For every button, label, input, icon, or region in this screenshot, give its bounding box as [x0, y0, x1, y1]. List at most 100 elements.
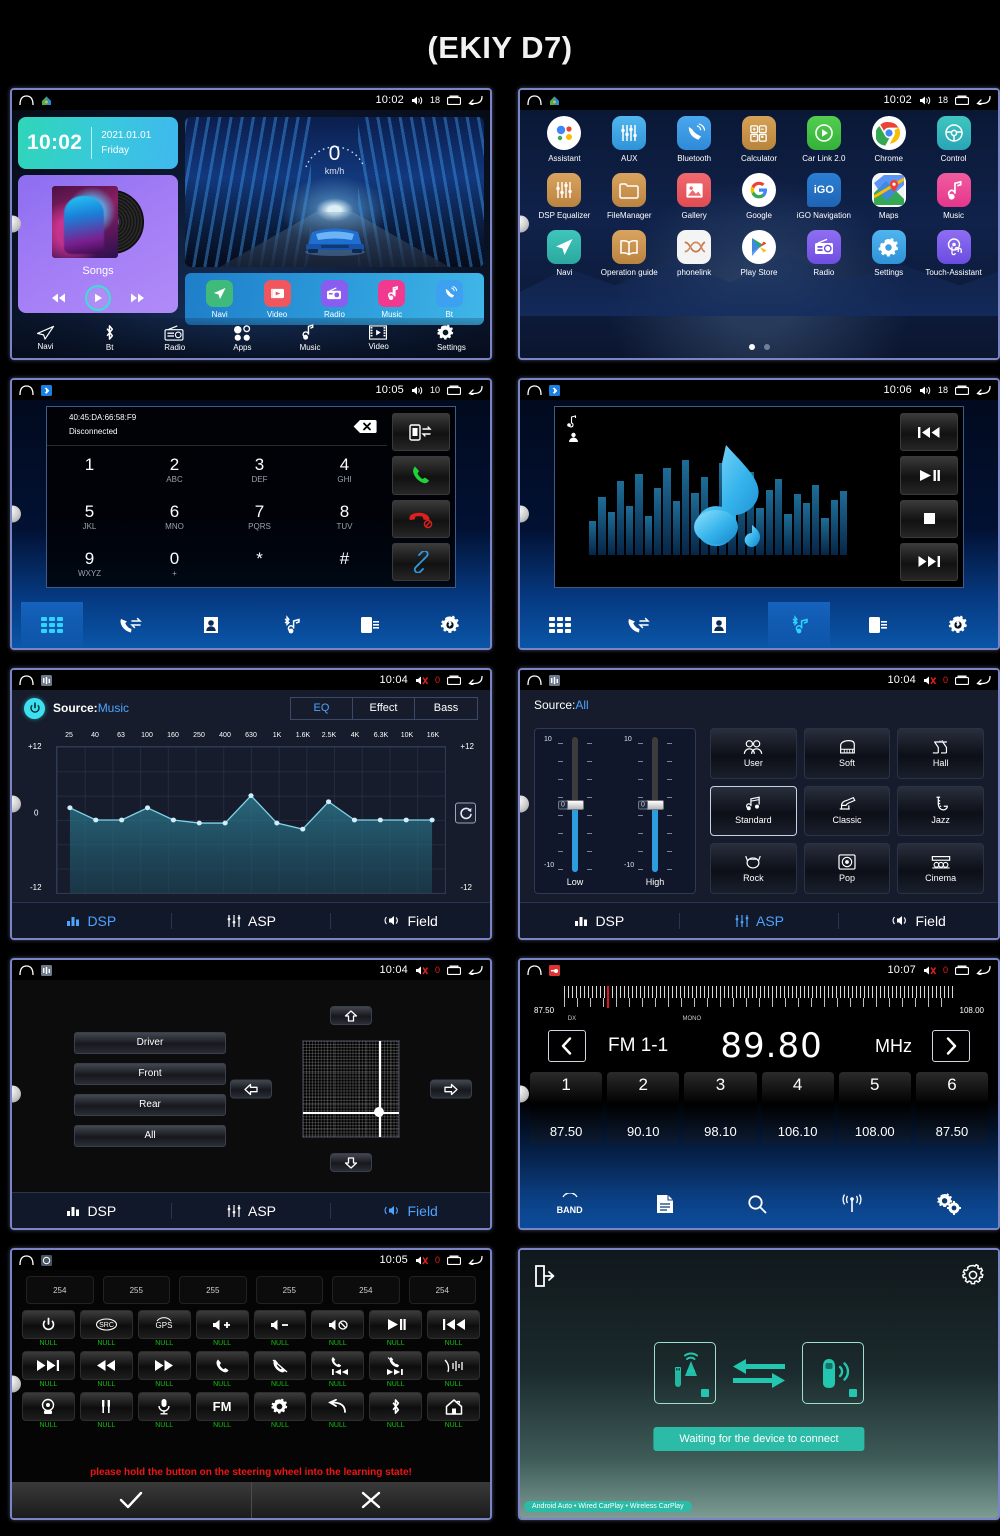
tab-bass[interactable]: Bass: [415, 698, 477, 719]
app-igo-navigation[interactable]: iGO iGO Navigation: [791, 173, 856, 220]
nav-item-apps[interactable]: Apps: [233, 324, 251, 352]
position-driver[interactable]: Driver: [74, 1031, 226, 1054]
bt-tab-dialpad[interactable]: [20, 602, 83, 648]
tab-eq[interactable]: EQ: [291, 697, 353, 719]
check-icon[interactable]: [12, 1482, 251, 1518]
slider-thumb[interactable]: [646, 799, 664, 810]
recents-icon[interactable]: [955, 965, 969, 975]
preset-standard[interactable]: Standard: [710, 785, 797, 837]
footer-dsp[interactable]: DSP: [12, 1202, 172, 1219]
footer-asp[interactable]: ASP: [680, 912, 840, 929]
bt-tab-contacts[interactable]: [180, 602, 242, 648]
preset-button[interactable]: 1 87.50: [530, 1072, 603, 1144]
stop-icon[interactable]: [900, 499, 958, 538]
bt-tab-call-history[interactable]: [100, 602, 162, 648]
gear-icon[interactable]: [962, 1264, 984, 1286]
sound-field-pad[interactable]: [302, 1040, 400, 1138]
sw-call-prev[interactable]: NULL: [311, 1351, 365, 1388]
nav-item-music[interactable]: Music: [300, 324, 320, 352]
backspace-icon[interactable]: [353, 419, 377, 445]
position-all[interactable]: All: [74, 1124, 226, 1147]
search-icon[interactable]: [747, 1194, 767, 1214]
play-pause-icon[interactable]: [900, 456, 958, 495]
preset-button[interactable]: 5 108.00: [838, 1072, 911, 1144]
arrow-left-icon[interactable]: [230, 1079, 272, 1099]
footer-field[interactable]: Field: [331, 1203, 490, 1219]
nav-item-video[interactable]: Video: [368, 325, 389, 351]
footer-asp[interactable]: ASP: [172, 912, 332, 929]
arrow-down-icon[interactable]: [330, 1153, 372, 1172]
preset-classic[interactable]: Classic: [803, 785, 891, 837]
footer-dsp[interactable]: DSP: [12, 912, 172, 929]
sw-mute[interactable]: NULL: [311, 1310, 365, 1347]
next-icon[interactable]: [130, 292, 146, 304]
preset-button[interactable]: 4 106.10: [761, 1072, 834, 1144]
sw-microphone[interactable]: NULL: [137, 1392, 191, 1429]
sw-call-end[interactable]: NULL: [253, 1351, 307, 1388]
dial-key[interactable]: #: [302, 540, 387, 587]
back-icon[interactable]: [468, 965, 483, 975]
field-position-marker[interactable]: [373, 1107, 384, 1118]
app-phonelink[interactable]: phonelink: [662, 230, 727, 277]
sw-next[interactable]: NULL: [22, 1351, 75, 1388]
bt-tab-dialpad[interactable]: [529, 602, 591, 648]
app-navi[interactable]: Navi: [532, 230, 597, 277]
recents-icon[interactable]: [955, 95, 969, 105]
eq-plot-area[interactable]: [56, 746, 446, 894]
sw-volume-up[interactable]: NULL: [195, 1310, 249, 1347]
sw-settings[interactable]: NULL: [253, 1392, 307, 1429]
power-icon[interactable]: [24, 697, 45, 719]
sw-volume-down[interactable]: NULL: [253, 1310, 307, 1347]
bt-tab-settings[interactable]: [419, 602, 481, 648]
footer-asp[interactable]: ASP: [172, 1202, 332, 1219]
dial-key[interactable]: 4 GHI: [302, 446, 387, 493]
back-icon[interactable]: [468, 675, 483, 685]
recents-icon[interactable]: [447, 965, 461, 975]
sw-previous[interactable]: NULL: [427, 1310, 480, 1347]
call-end-icon[interactable]: [392, 499, 450, 538]
sw-camera[interactable]: NULL: [22, 1392, 75, 1429]
bt-tab-bt-music[interactable]: [260, 602, 322, 648]
sw-play-pause[interactable]: NULL: [369, 1310, 423, 1347]
app-bluetooth[interactable]: Bluetooth: [662, 116, 727, 163]
close-icon[interactable]: [250, 1482, 491, 1518]
sw-voice-wave[interactable]: NULL: [427, 1351, 480, 1388]
app-maps[interactable]: Maps: [856, 173, 921, 220]
reset-icon[interactable]: [455, 802, 476, 824]
previous-track-icon[interactable]: [900, 413, 958, 452]
dock-item-video[interactable]: Video: [263, 279, 291, 319]
music-widget[interactable]: Songs: [18, 175, 178, 313]
back-icon[interactable]: [468, 385, 483, 395]
preset-cinema[interactable]: Cinema: [897, 843, 984, 894]
app-aux[interactable]: AUX: [597, 116, 662, 163]
dial-key[interactable]: 5 JKL: [47, 493, 132, 540]
next-track-icon[interactable]: [900, 542, 958, 581]
footer-field[interactable]: Field: [839, 913, 998, 929]
app-settings[interactable]: Settings: [856, 230, 921, 277]
app-radio[interactable]: Radio: [791, 230, 856, 277]
preset-user[interactable]: User: [710, 728, 797, 779]
arrow-right-icon[interactable]: [430, 1079, 472, 1099]
dock-item-bt[interactable]: Bt: [435, 279, 463, 319]
sw-bluetooth[interactable]: NULL: [369, 1392, 423, 1429]
back-icon[interactable]: [976, 965, 991, 975]
call-answer-icon[interactable]: [392, 456, 450, 495]
app-music[interactable]: Music: [921, 173, 986, 220]
preset-hall[interactable]: Hall: [897, 728, 984, 779]
slider-thumb[interactable]: [566, 799, 584, 810]
app-google[interactable]: Google: [727, 173, 792, 220]
back-icon[interactable]: [468, 1255, 483, 1265]
sw-source[interactable]: SRC NULL: [79, 1310, 133, 1347]
bt-tab-settings[interactable]: [927, 602, 989, 648]
bt-tab-call-history[interactable]: [608, 602, 670, 648]
app-gallery[interactable]: Gallery: [662, 173, 727, 220]
preset-jazz[interactable]: Jazz: [897, 785, 984, 837]
sw-call-answer[interactable]: NULL: [195, 1351, 249, 1388]
preset-button[interactable]: 2 90.10: [607, 1072, 680, 1144]
nav-item-navi[interactable]: Navi: [36, 325, 55, 351]
app-operation-guide[interactable]: Operation guide: [597, 230, 662, 277]
sw-call-next[interactable]: NULL: [369, 1351, 423, 1388]
position-rear[interactable]: Rear: [74, 1093, 226, 1116]
link-icon[interactable]: [392, 542, 450, 581]
recents-icon[interactable]: [447, 1255, 461, 1265]
